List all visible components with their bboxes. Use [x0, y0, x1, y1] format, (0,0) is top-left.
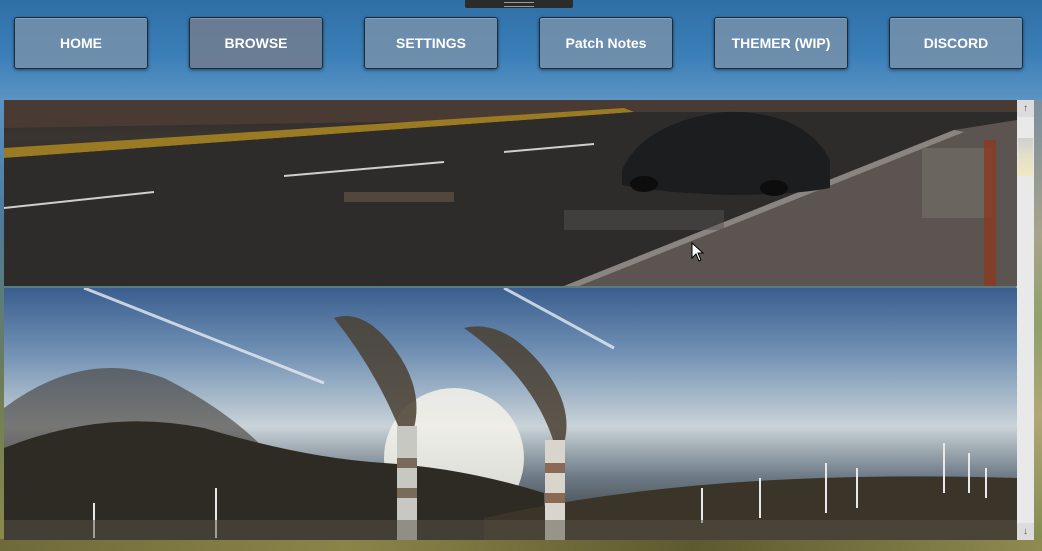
discord-button[interactable]: DISCORD: [889, 17, 1023, 69]
home-button[interactable]: HOME: [14, 17, 148, 69]
drag-handle[interactable]: [465, 0, 573, 8]
browse-button[interactable]: BROWSE: [189, 17, 323, 69]
scrollbar-thumb[interactable]: [1018, 138, 1033, 176]
home-button-label: HOME: [60, 35, 102, 51]
discord-button-label: DISCORD: [923, 35, 989, 51]
settings-button[interactable]: SETTINGS: [364, 17, 498, 69]
screenshot-factory[interactable]: [4, 288, 1017, 540]
settings-button-label: SETTINGS: [395, 35, 466, 51]
arrow-up-icon[interactable]: ↑: [1017, 100, 1034, 117]
arrow-down-icon[interactable]: ↓: [1017, 523, 1034, 540]
street-scene-image: [4, 100, 1017, 286]
screenshot-gallery[interactable]: [4, 100, 1034, 540]
vertical-scrollbar[interactable]: ↑ ↓: [1017, 100, 1034, 540]
background-ground: [0, 539, 1042, 551]
patch-notes-button[interactable]: Patch Notes: [539, 17, 673, 69]
themer-button-label: THEMER (WIP): [731, 35, 831, 51]
drag-handle-icon: [504, 2, 534, 7]
factory-scene-image: [4, 288, 1017, 540]
browse-button-label: BROWSE: [224, 35, 288, 51]
themer-button[interactable]: THEMER (WIP): [714, 17, 848, 69]
patch-notes-button-label: Patch Notes: [565, 35, 647, 51]
screenshot-street[interactable]: [4, 100, 1017, 286]
